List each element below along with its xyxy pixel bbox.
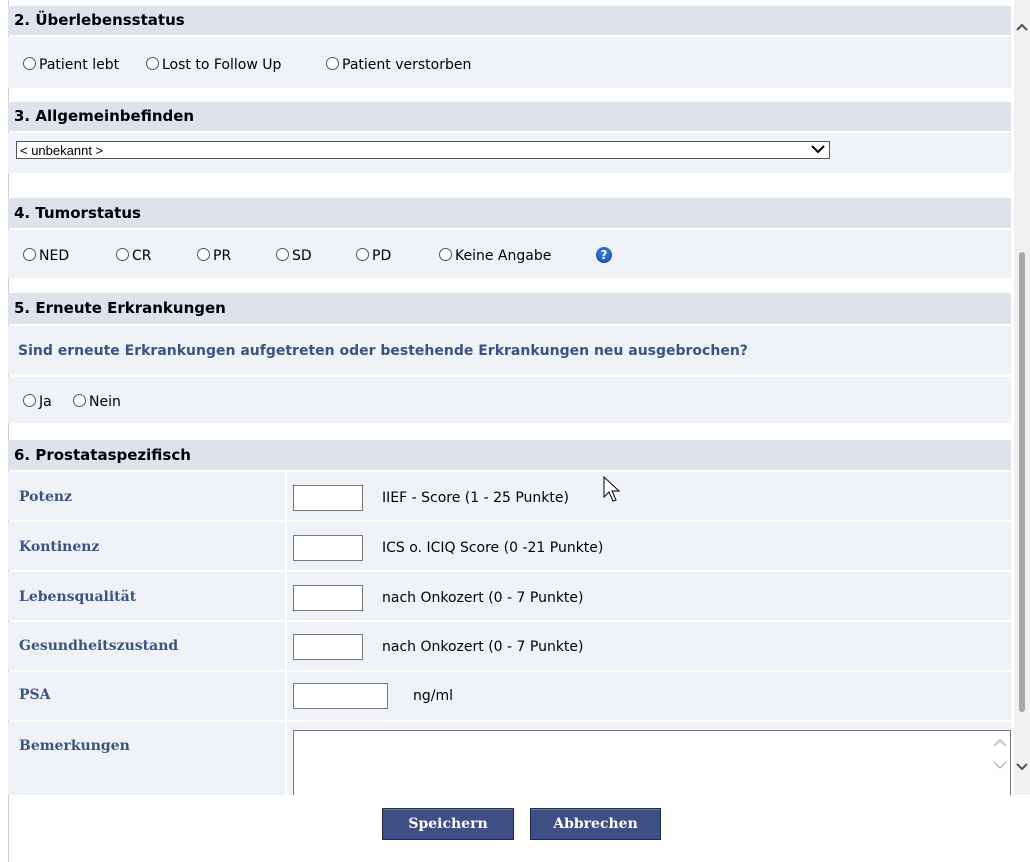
- radio-lost-to-follow-up[interactable]: Lost to Follow Up: [146, 57, 281, 73]
- save-button[interactable]: Speichern: [382, 808, 514, 840]
- section-header-prostate: 6. Prostataspezifisch: [8, 440, 1011, 470]
- chevron-up-icon[interactable]: [993, 737, 1007, 752]
- radio-cr[interactable]: CR: [116, 248, 152, 264]
- section-title: 4. Tumorstatus: [14, 204, 141, 222]
- row-value-cell: IIEF - Score (1 - 25 Punkte): [287, 472, 1011, 520]
- row-label: Gesundheitszustand: [8, 622, 285, 670]
- unit-label: ICS o. ICIQ Score (0 -21 Punkte): [382, 540, 604, 556]
- radio-label: Patient lebt: [39, 57, 120, 73]
- radio-circle[interactable]: [23, 248, 36, 261]
- radio-label: SD: [292, 248, 312, 264]
- row-label: Kontinenz: [8, 522, 285, 570]
- page-scrollbar[interactable]: [1014, 0, 1030, 795]
- unit-label: IIEF - Score (1 - 25 Punkte): [382, 490, 569, 506]
- row-label: Potenz: [8, 472, 285, 520]
- kontinenz-input[interactable]: [293, 535, 363, 561]
- radio-label: PR: [213, 248, 232, 264]
- scrollbar-thumb[interactable]: [1019, 252, 1025, 712]
- radio-patient-lebt[interactable]: Patient lebt: [23, 57, 119, 73]
- radio-circle[interactable]: [146, 57, 159, 70]
- row-value-cell: nach Onkozert (0 - 7 Punkte): [287, 572, 1011, 620]
- unit-label: nach Onkozert (0 - 7 Punkte): [382, 639, 584, 655]
- section-header-new-disease: 5. Erneute Erkrankungen: [8, 293, 1011, 324]
- row-psa: PSA ng/ml: [8, 672, 1011, 720]
- section-body-tumor: NED CR PR SD PD Keine Angabe ?: [8, 230, 1011, 278]
- cancel-button[interactable]: Abbrechen: [530, 808, 661, 840]
- section-question-row: Sind erneute Erkrankungen aufgetreten od…: [8, 326, 1011, 374]
- lebensqualitaet-input[interactable]: [293, 585, 363, 611]
- row-kontinenz: Kontinenz ICS o. ICIQ Score (0 -21 Punkt…: [8, 522, 1011, 570]
- radio-label: Nein: [89, 394, 121, 410]
- row-value-cell: [287, 722, 1011, 795]
- radio-circle[interactable]: [23, 394, 36, 407]
- chevron-down-icon[interactable]: [993, 759, 1007, 774]
- row-label: Bemerkungen: [8, 722, 285, 795]
- section-body-survival: Patient lebt Lost to Follow Up Patient v…: [8, 37, 1011, 88]
- radio-pd[interactable]: PD: [356, 248, 391, 264]
- radio-circle[interactable]: [23, 57, 36, 70]
- section-title: 5. Erneute Erkrankungen: [14, 299, 226, 317]
- radio-patient-verstorben[interactable]: Patient verstorben: [326, 57, 471, 73]
- psa-input[interactable]: [293, 683, 388, 709]
- radio-nein[interactable]: Nein: [73, 394, 121, 410]
- radio-label: CR: [132, 248, 152, 264]
- row-value-cell: nach Onkozert (0 - 7 Punkte): [287, 622, 1011, 670]
- unit-label: nach Onkozert (0 - 7 Punkte): [382, 590, 584, 606]
- row-gesundheitszustand: Gesundheitszustand nach Onkozert (0 - 7 …: [8, 622, 1011, 670]
- radio-keine-angabe[interactable]: Keine Angabe: [439, 248, 551, 264]
- form-scroll-area: 2. Überlebensstatus Patient lebt Lost to…: [8, 0, 1011, 795]
- row-label: PSA: [8, 672, 285, 720]
- section-header-tumor: 4. Tumorstatus: [8, 198, 1011, 228]
- new-disease-question: Sind erneute Erkrankungen aufgetreten od…: [18, 343, 748, 359]
- chevron-down-icon: [811, 141, 825, 159]
- radio-circle[interactable]: [73, 394, 86, 407]
- radio-circle[interactable]: [356, 248, 369, 261]
- scroll-down-icon[interactable]: [1016, 760, 1028, 774]
- radio-circle[interactable]: [197, 248, 210, 261]
- radio-circle[interactable]: [326, 57, 339, 70]
- section-title: 6. Prostataspezifisch: [14, 446, 191, 464]
- section-title: 3. Allgemeinbefinden: [14, 107, 195, 125]
- radio-label: Lost to Follow Up: [162, 57, 282, 73]
- select-value: < unbekannt >: [20, 143, 104, 158]
- radio-ja[interactable]: Ja: [23, 394, 52, 410]
- radio-label: Keine Angabe: [455, 248, 552, 264]
- mouse-cursor-icon: [603, 475, 623, 508]
- radio-circle[interactable]: [276, 248, 289, 261]
- row-lebensqualitaet: Lebensqualität nach Onkozert (0 - 7 Punk…: [8, 572, 1011, 620]
- radio-label: NED: [39, 248, 70, 264]
- wellbeing-select[interactable]: < unbekannt >: [16, 141, 830, 159]
- bemerkungen-textarea[interactable]: [293, 730, 1011, 795]
- section-header-survival: 2. Überlebensstatus: [8, 6, 1011, 35]
- gesundheitszustand-input[interactable]: [293, 634, 363, 660]
- row-value-cell: ICS o. ICIQ Score (0 -21 Punkte): [287, 522, 1011, 570]
- potenz-input[interactable]: [293, 485, 363, 511]
- radio-label: PD: [372, 248, 392, 264]
- row-value-cell: ng/ml: [287, 672, 1011, 720]
- section-title: 2. Überlebensstatus: [14, 11, 185, 29]
- radio-ned[interactable]: NED: [23, 248, 69, 264]
- radio-circle[interactable]: [439, 248, 452, 261]
- radio-circle[interactable]: [116, 248, 129, 261]
- help-icon[interactable]: ?: [596, 247, 612, 263]
- radio-label: Ja: [39, 394, 52, 410]
- scroll-up-icon[interactable]: [1016, 20, 1028, 34]
- row-bemerkungen: Bemerkungen: [8, 722, 1011, 795]
- section-body-new-disease: Ja Nein: [8, 377, 1011, 423]
- radio-sd[interactable]: SD: [276, 248, 312, 264]
- row-label: Lebensqualität: [8, 572, 285, 620]
- row-potenz: Potenz IIEF - Score (1 - 25 Punkte): [8, 472, 1011, 520]
- section-body-wellbeing: < unbekannt >: [8, 133, 1011, 173]
- radio-pr[interactable]: PR: [197, 248, 231, 264]
- unit-label: ng/ml: [413, 688, 454, 704]
- section-header-wellbeing: 3. Allgemeinbefinden: [8, 102, 1011, 131]
- radio-label: Patient verstorben: [342, 57, 472, 73]
